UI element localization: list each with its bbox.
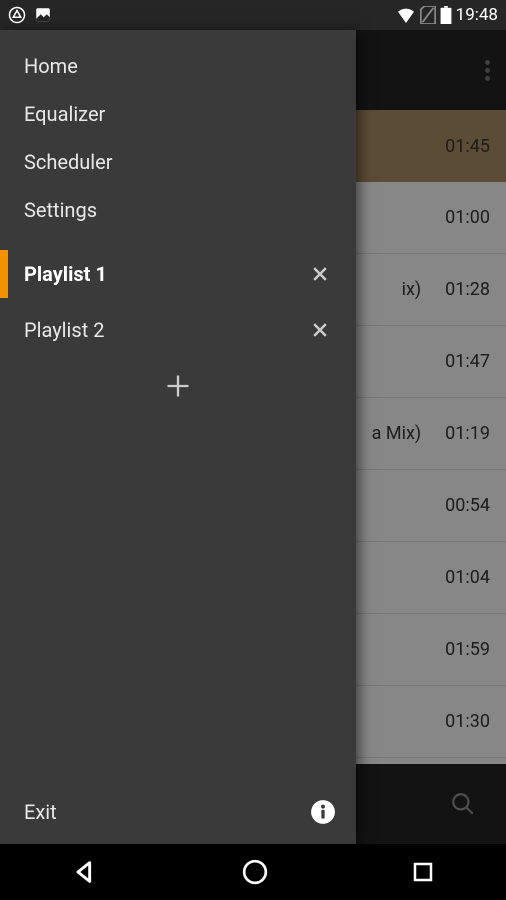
home-icon[interactable]	[242, 859, 268, 885]
wifi-icon	[396, 7, 416, 23]
close-icon[interactable]	[304, 258, 336, 290]
playlist-item[interactable]: Playlist 1	[0, 246, 356, 302]
nav-label: Home	[24, 54, 78, 78]
playlist-item[interactable]: Playlist 2	[0, 302, 356, 358]
add-playlist-button[interactable]	[0, 358, 356, 414]
back-icon[interactable]	[71, 858, 99, 886]
nav-label: Settings	[24, 198, 97, 222]
android-nav-bar	[0, 844, 506, 900]
playlist-label: Playlist 1	[24, 262, 304, 286]
sim-icon	[420, 6, 436, 24]
image-icon	[34, 6, 52, 24]
nav-label: Scheduler	[24, 150, 113, 174]
nav-item-scheduler[interactable]: Scheduler	[0, 138, 356, 186]
status-bar: 19:48	[0, 0, 506, 30]
close-icon[interactable]	[304, 314, 336, 346]
playlist-label: Playlist 2	[24, 318, 304, 342]
status-time: 19:48	[456, 5, 498, 25]
nav-drawer: Home Equalizer Scheduler Settings Playli…	[0, 30, 356, 844]
exit-button[interactable]: Exit	[24, 800, 310, 824]
nav-item-equalizer[interactable]: Equalizer	[0, 90, 356, 138]
recent-apps-icon[interactable]	[411, 860, 435, 884]
app-status-icon	[8, 6, 26, 24]
info-icon[interactable]	[310, 799, 336, 825]
nav-item-home[interactable]: Home	[0, 42, 356, 90]
nav-label: Equalizer	[24, 102, 105, 126]
nav-item-settings[interactable]: Settings	[0, 186, 356, 234]
battery-icon	[440, 6, 452, 24]
plus-icon	[164, 372, 192, 400]
